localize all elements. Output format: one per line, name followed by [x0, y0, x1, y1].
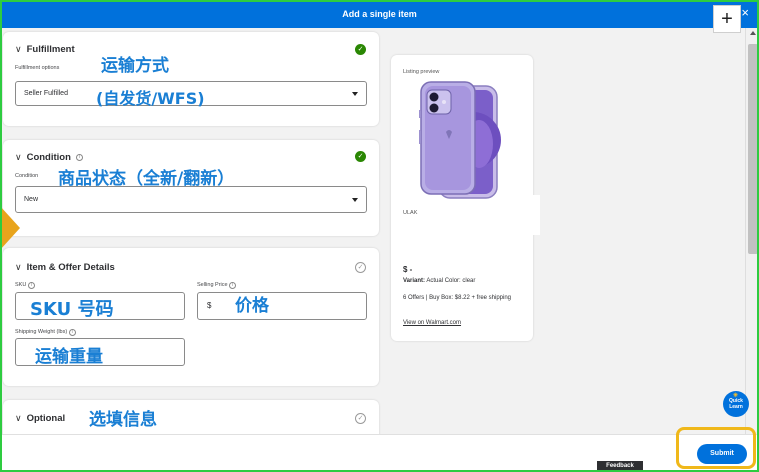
- condition-select[interactable]: New: [15, 186, 367, 213]
- optional-card: ∨ Optional ✓: [3, 400, 379, 434]
- complete-check-icon: ✓: [355, 151, 366, 162]
- complete-check-icon: ✓: [355, 44, 366, 55]
- listing-preview-label: Listing preview: [403, 69, 440, 75]
- condition-title: Condition: [26, 152, 71, 163]
- close-icon[interactable]: ×: [741, 5, 749, 20]
- annotation-price: 价格: [235, 296, 269, 316]
- annotation-weight: 运输重量: [35, 347, 103, 367]
- shipping-weight-label: Shipping Weight (lbs) i: [15, 329, 76, 336]
- condition-header[interactable]: ∨ Condition i: [15, 152, 83, 163]
- form-area: ∨ Fulfillment ✓ Fulfillment options Sell…: [0, 28, 745, 434]
- quick-learn-button[interactable]: ✳ Quick Learn: [723, 391, 749, 417]
- annotation-optional: 选填信息: [89, 410, 157, 430]
- modal-header: Add a single item ×: [0, 0, 759, 28]
- caret-down-icon: [352, 91, 358, 96]
- info-icon[interactable]: i: [229, 282, 237, 289]
- pointer-arrow-icon: [0, 206, 20, 250]
- brand-name: ULAK: [403, 210, 418, 216]
- condition-label: Condition: [15, 173, 39, 179]
- info-icon[interactable]: i: [75, 154, 83, 161]
- fulfillment-select-value: Seller Fulfilled: [24, 90, 68, 97]
- scroll-up-icon[interactable]: [750, 31, 756, 35]
- condition-select-value: New: [24, 196, 39, 203]
- incomplete-check-icon: ✓: [355, 413, 366, 424]
- chevron-down-icon: ∨: [15, 152, 22, 162]
- selling-price-label: Selling Price i: [197, 282, 237, 289]
- annotation-condition: 商品状态（全新/翻新）: [58, 169, 235, 189]
- caret-down-icon: [352, 197, 358, 202]
- offers-info: 6 Offers | Buy Box: $8.22 + free shippin…: [403, 295, 512, 301]
- fulfillment-options-label: Fulfillment options: [15, 65, 60, 71]
- spark-icon: ✳: [733, 393, 739, 399]
- item-offer-title: Item & Offer Details: [26, 262, 115, 273]
- info-icon[interactable]: i: [68, 329, 76, 336]
- modal-title: Add a single item: [342, 9, 417, 19]
- footer-bar: [0, 434, 759, 472]
- chevron-down-icon: ∨: [15, 262, 22, 272]
- submit-button[interactable]: Submit: [697, 444, 747, 464]
- fulfillment-header[interactable]: ∨ Fulfillment: [15, 44, 75, 55]
- scrollbar[interactable]: [745, 28, 759, 434]
- incomplete-check-icon: ✓: [355, 262, 366, 273]
- sku-label: SKU i: [15, 282, 35, 289]
- annotation-sku: SKU 号码: [30, 299, 114, 320]
- selling-price-input[interactable]: $: [197, 292, 367, 320]
- preview-price: $ -: [403, 265, 413, 274]
- chevron-down-icon: ∨: [15, 413, 22, 423]
- info-icon[interactable]: i: [27, 282, 35, 289]
- product-image: [419, 81, 501, 199]
- fulfillment-title: Fulfillment: [26, 44, 75, 55]
- annotation-fulfillment-options: (自发货/WFS): [96, 89, 205, 108]
- fulfillment-card: ∨ Fulfillment ✓ Fulfillment options Sell…: [3, 32, 379, 126]
- add-button[interactable]: +: [713, 5, 741, 33]
- view-on-walmart-link[interactable]: View on Walmart.com: [403, 320, 461, 326]
- feedback-button[interactable]: Feedback: [597, 461, 643, 472]
- optional-header[interactable]: ∨ Optional: [15, 413, 65, 424]
- item-offer-header[interactable]: ∨ Item & Offer Details: [15, 262, 115, 273]
- annotation-fulfillment: 运输方式: [101, 56, 169, 76]
- quick-learn-label: Quick Learn: [729, 398, 743, 410]
- currency-symbol: $: [207, 301, 212, 310]
- preview-overlay: [510, 195, 540, 235]
- chevron-down-icon: ∨: [15, 44, 22, 54]
- optional-title: Optional: [26, 413, 66, 424]
- scrollbar-thumb[interactable]: [748, 44, 758, 254]
- variant-info: Variant: Actual Color: clear: [403, 278, 476, 284]
